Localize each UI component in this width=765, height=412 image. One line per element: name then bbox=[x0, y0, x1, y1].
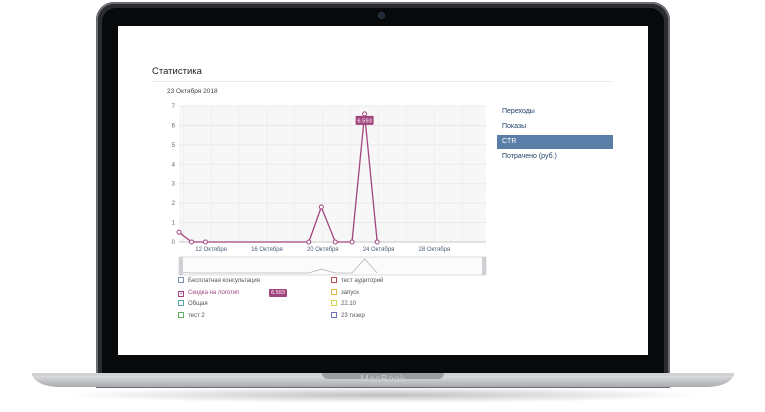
metric-impressions[interactable]: Показы bbox=[497, 120, 613, 134]
laptop-shadow bbox=[60, 387, 706, 403]
x-tick-label: 12 Октября bbox=[195, 247, 227, 253]
legend-item[interactable]: 23 тизер bbox=[331, 311, 365, 321]
metrics-menu: Переходы Показы CTR Потрачено (руб.) bbox=[497, 105, 613, 165]
x-tick-label: 28 Октября bbox=[419, 247, 451, 253]
data-point bbox=[374, 239, 380, 245]
value-tag-label: 6.593 bbox=[357, 118, 372, 124]
x-tick-label: 20 Октября bbox=[307, 247, 339, 253]
legend-label: запуск bbox=[341, 289, 359, 296]
legend-item[interactable]: Бесплатная консультация bbox=[178, 277, 260, 286]
legend-item[interactable]: тест 2 bbox=[178, 311, 205, 321]
legend-checkbox[interactable] bbox=[178, 277, 184, 283]
brand-label: MacBook bbox=[360, 374, 406, 385]
legend-checkbox[interactable] bbox=[178, 300, 184, 306]
legend-label: Бесплатная консультация bbox=[188, 278, 260, 284]
data-point bbox=[362, 111, 368, 117]
campaign-legend: Бесплатная консультация тест аудиторий Ски… bbox=[178, 277, 408, 327]
camera-icon bbox=[379, 13, 384, 18]
legend-checkbox[interactable] bbox=[331, 311, 337, 318]
legend-item[interactable]: 22.10 bbox=[331, 300, 356, 309]
data-point bbox=[332, 239, 338, 245]
legend-item[interactable]: Скидка на логотип bbox=[178, 289, 239, 298]
plot-area bbox=[179, 106, 486, 242]
y-tick-label: 6 bbox=[172, 123, 176, 129]
legend-item[interactable]: тест аудиторий bbox=[331, 277, 383, 286]
navigator-handle-right bbox=[482, 257, 486, 275]
y-tick-label: 3 bbox=[172, 182, 176, 188]
legend-label: тест 2 bbox=[188, 312, 205, 319]
legend-item[interactable]: запуск bbox=[331, 288, 359, 298]
metric-ctr[interactable]: CTR bbox=[497, 135, 613, 149]
y-tick-label: 5 bbox=[172, 143, 176, 149]
y-tick-label: 2 bbox=[172, 201, 176, 207]
x-tick-label: 16 Октября bbox=[251, 247, 283, 253]
legend-checkbox[interactable] bbox=[178, 311, 184, 318]
legend-value-tag: 6.593 bbox=[269, 288, 287, 297]
screen: Статистика 23 Октября 2018 0 1 2 3 4 5 6 7 12 Ок… bbox=[118, 26, 648, 355]
data-point bbox=[189, 239, 195, 245]
y-tick-label: 4 bbox=[172, 162, 176, 168]
legend-label: Общая bbox=[188, 301, 208, 307]
data-point bbox=[176, 229, 182, 235]
legend-checkbox[interactable] bbox=[331, 288, 337, 295]
legend-label: тест аудиторий bbox=[341, 278, 384, 284]
legend-checkbox[interactable] bbox=[331, 277, 337, 283]
data-point bbox=[203, 239, 209, 245]
metric-clicks[interactable]: Переходы bbox=[497, 105, 613, 119]
data-point bbox=[349, 239, 355, 245]
data-point bbox=[318, 204, 324, 210]
x-tick-label: 24 Октября bbox=[363, 247, 395, 253]
y-tick-label: 0 bbox=[172, 240, 176, 246]
data-point bbox=[306, 239, 312, 245]
y-tick-label: 1 bbox=[172, 221, 176, 227]
legend-checkbox[interactable] bbox=[331, 300, 337, 306]
navigator-handle-left bbox=[179, 257, 183, 275]
legend-label: Скидка на логотип bbox=[188, 289, 240, 296]
metric-spent[interactable]: Потрачено (руб.) bbox=[497, 150, 613, 164]
legend-checkbox[interactable] bbox=[178, 290, 184, 297]
legend-label: 23 тизер bbox=[341, 312, 365, 319]
legend-label: 22.10 bbox=[341, 301, 357, 307]
laptop: Статистика 23 Октября 2018 0 1 2 3 4 5 6 7 12 Ок… bbox=[0, 0, 765, 412]
y-tick-label: 7 bbox=[172, 104, 176, 110]
legend-item[interactable]: Общая bbox=[178, 300, 208, 309]
